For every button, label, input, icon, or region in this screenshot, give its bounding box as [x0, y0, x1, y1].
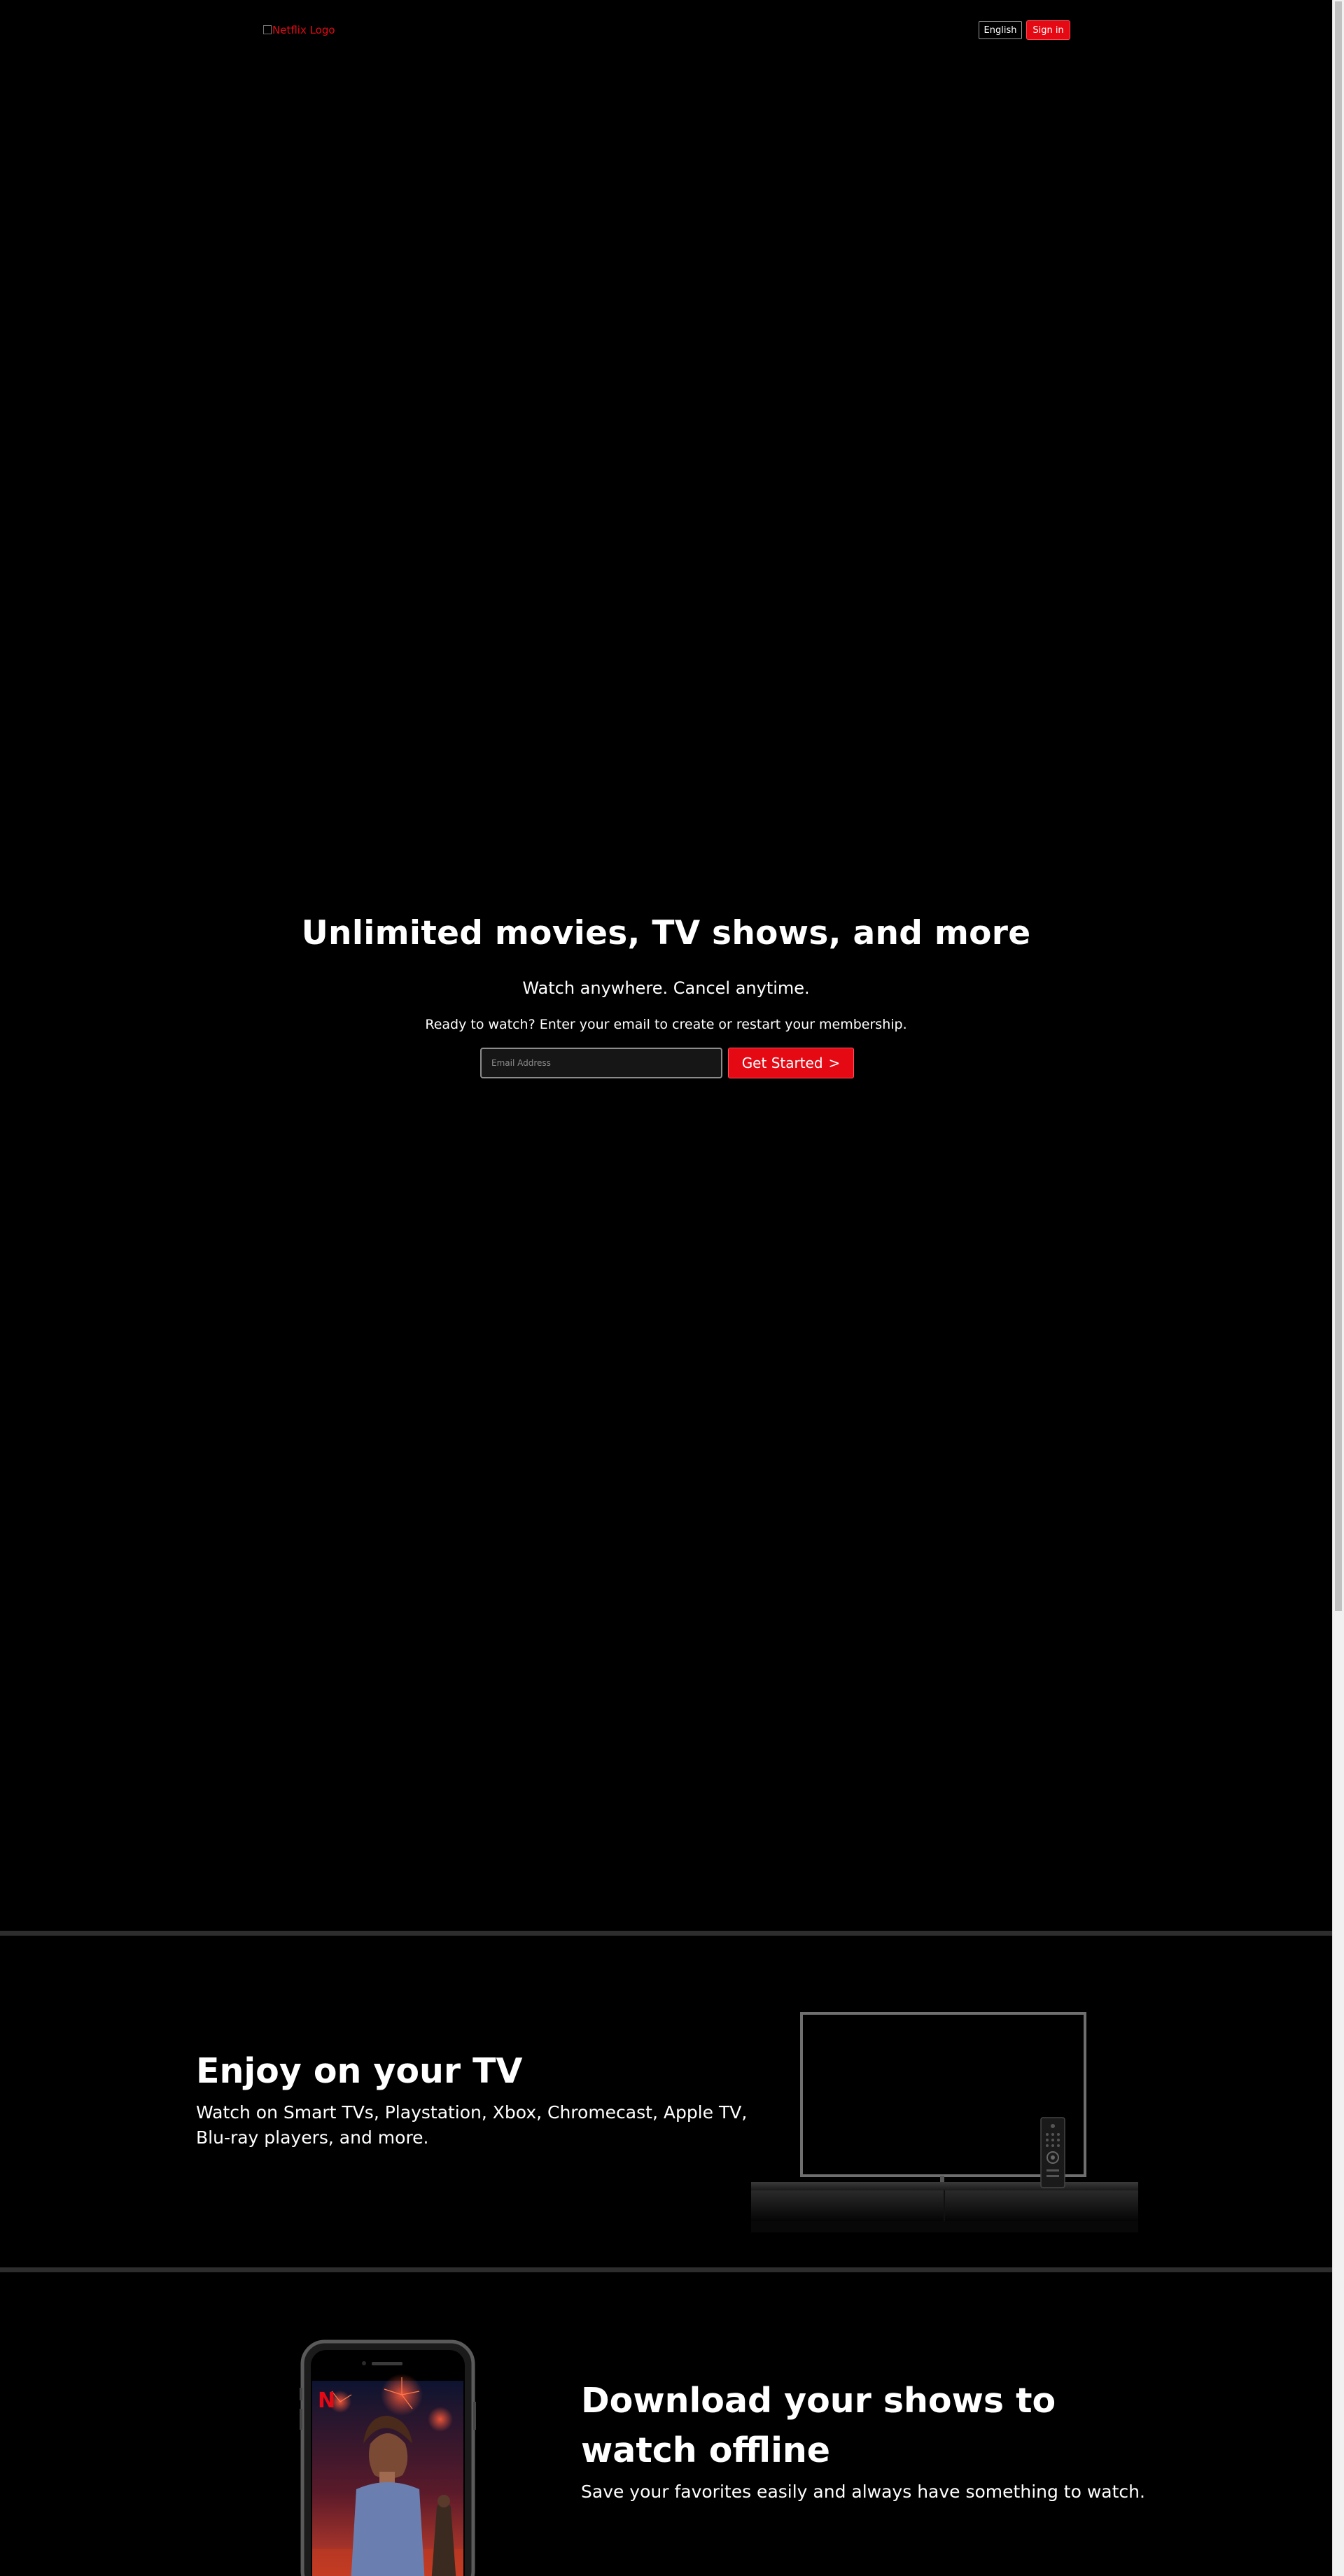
download-section-description: Save your favorites easily and always ha…: [581, 2482, 1145, 2502]
hero-subtitle: Watch anywhere. Cancel anytime.: [522, 978, 810, 998]
tv-icon: [751, 2012, 1138, 2232]
email-input[interactable]: [480, 1048, 722, 1078]
get-started-label: Get Started: [741, 1055, 823, 1071]
get-started-button[interactable]: Get Started >: [728, 1048, 854, 1078]
signin-label: Sign in: [1032, 24, 1064, 36]
page-scrollbar[interactable]: [1332, 0, 1344, 2576]
language-select[interactable]: English: [979, 21, 1022, 39]
language-label: English: [983, 24, 1017, 36]
hero-title: Unlimited movies, TV shows, and more: [301, 914, 1031, 952]
signin-button[interactable]: Sign in: [1026, 20, 1070, 40]
svg-text:N: N: [318, 2388, 335, 2413]
download-section-title: Download your shows to watch offline: [581, 2381, 1056, 2471]
broken-image-icon: [263, 25, 272, 34]
chevron-right-icon: >: [828, 1055, 841, 1071]
netflix-n-icon: N: [318, 2388, 335, 2413]
phone-icon: N: [300, 2339, 476, 2576]
scrollbar-thumb[interactable]: [1335, 1, 1342, 1611]
page: Netflix Logo English Sign in Unlimited m…: [0, 0, 1332, 2576]
netflix-logo[interactable]: Netflix Logo: [263, 24, 335, 36]
tv-section-title: Enjoy on your TV: [196, 2051, 523, 2091]
tv-section-description: Watch on Smart TVs, Playstation, Xbox, C…: [196, 2102, 748, 2148]
section-divider: [0, 1931, 1332, 1936]
logo-alt-text: Netflix Logo: [272, 24, 335, 36]
hero-cta-text: Ready to watch? Enter your email to crea…: [425, 1017, 907, 1032]
remote-icon: [1040, 2117, 1065, 2188]
section-divider: [0, 2267, 1332, 2272]
